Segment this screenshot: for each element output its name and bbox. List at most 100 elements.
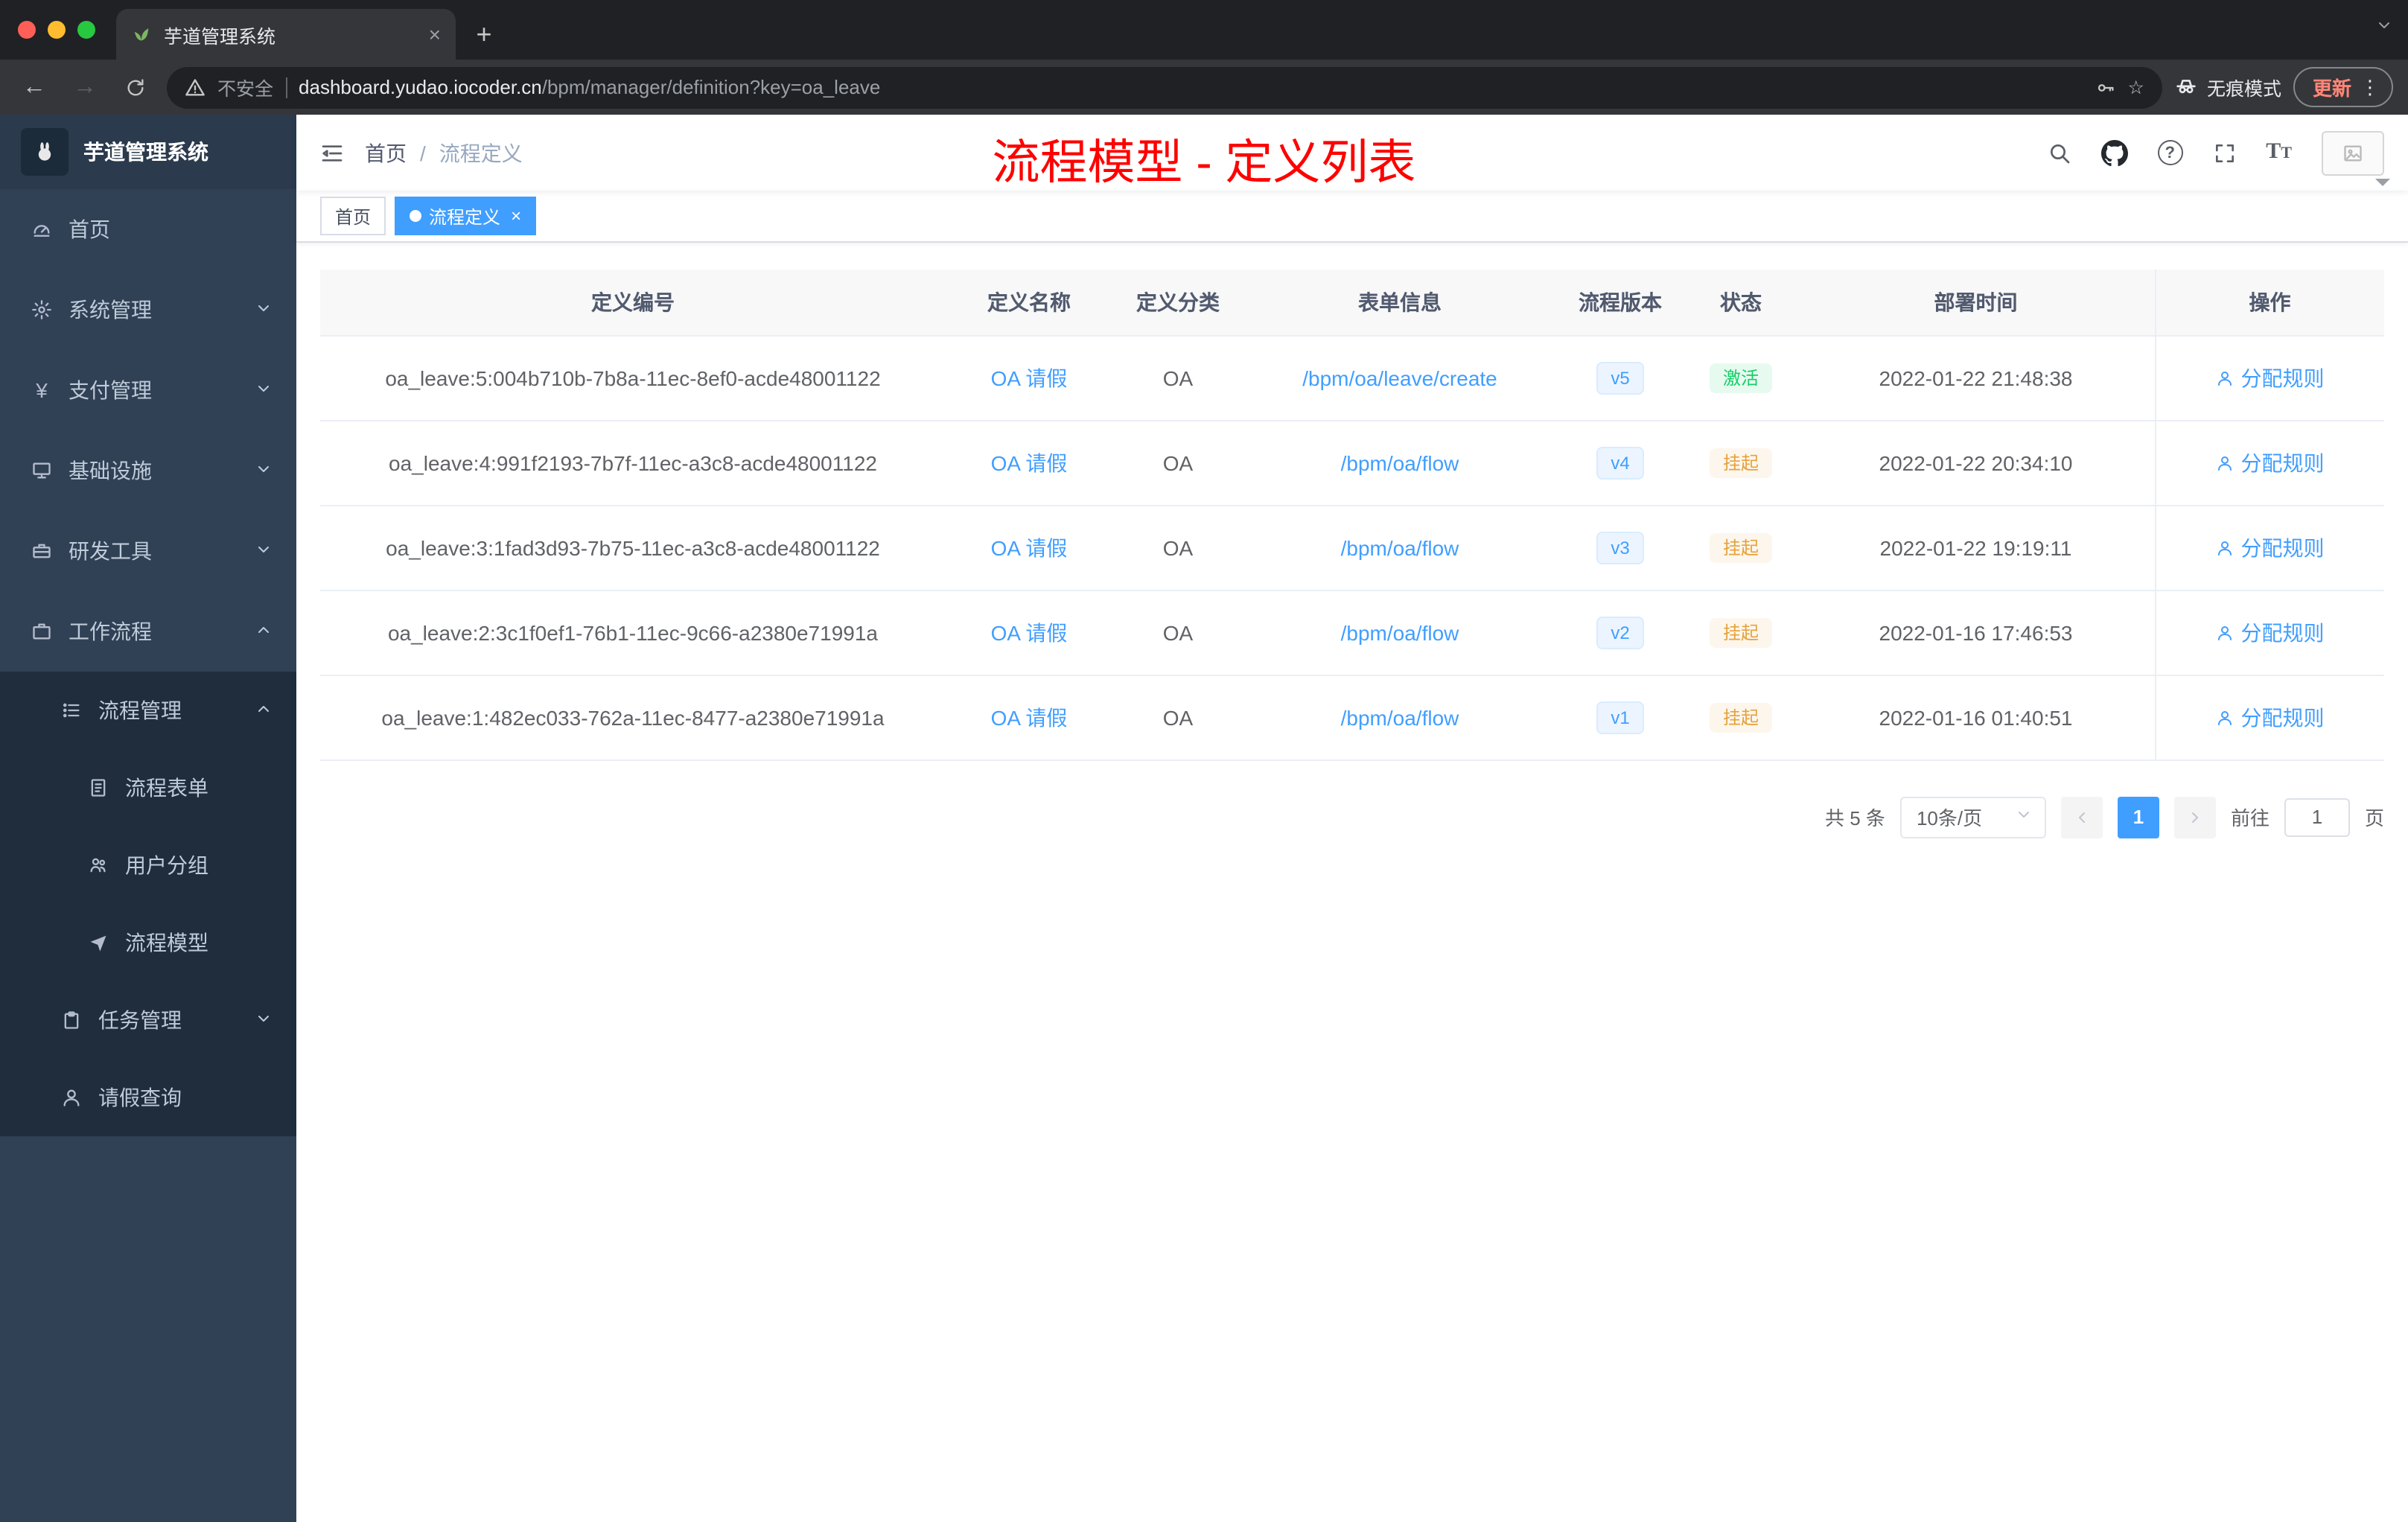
- github-icon[interactable]: [2100, 139, 2128, 166]
- tag-home[interactable]: 首页: [320, 197, 386, 235]
- sidebar-item-task-management[interactable]: 任务管理: [0, 981, 296, 1059]
- status-badge: 挂起: [1709, 617, 1772, 647]
- pagination: 共 5 条 10条/页 1 前往 页: [320, 796, 2384, 838]
- monitor-icon: [30, 460, 54, 481]
- sidebar-item-process-model[interactable]: 流程模型: [0, 904, 296, 981]
- not-secure-warning-icon[interactable]: [185, 77, 206, 98]
- form-info-link[interactable]: /bpm/oa/flow: [1341, 535, 1459, 559]
- form-info-link[interactable]: /bpm/oa/flow: [1341, 450, 1459, 474]
- tab-search-chevron-icon[interactable]: [2375, 15, 2393, 42]
- omnibox[interactable]: 不安全 dashboard.yudao.iocoder.cn/bpm/manag…: [167, 66, 2162, 108]
- sidebar-item-payment[interactable]: ¥ 支付管理: [0, 350, 296, 430]
- person-icon: [2217, 456, 2232, 470]
- minimize-window-button[interactable]: [48, 21, 66, 39]
- window-controls: [0, 0, 116, 60]
- sidebar-item-process-form[interactable]: 流程表单: [0, 749, 296, 827]
- sidebar-item-label: 任务管理: [98, 1008, 182, 1032]
- bookmark-star-icon[interactable]: ☆: [2128, 76, 2144, 98]
- sidebar-item-leave-query[interactable]: 请假查询: [0, 1059, 296, 1136]
- sidebar-item-system[interactable]: 系统管理: [0, 270, 296, 350]
- help-icon[interactable]: ?: [2157, 140, 2183, 165]
- definition-name-link[interactable]: OA 请假: [991, 705, 1068, 729]
- person-icon: [2217, 625, 2232, 640]
- sidebar-toggle-icon[interactable]: [320, 141, 344, 165]
- sidebar-item-process-management[interactable]: 流程管理: [0, 672, 296, 749]
- column-header: 流程版本: [1556, 270, 1684, 336]
- update-chip[interactable]: 更新 ⋮: [2293, 67, 2393, 107]
- definition-category: OA: [1162, 535, 1194, 559]
- list-icon: [60, 700, 83, 721]
- breadcrumb-current: 流程定义: [439, 141, 523, 165]
- logo-avatar: [21, 128, 69, 176]
- forward-icon[interactable]: →: [66, 68, 104, 106]
- next-page-button[interactable]: [2173, 796, 2216, 838]
- definition-name-link[interactable]: OA 请假: [991, 366, 1068, 389]
- user-avatar-wrap[interactable]: [2322, 130, 2390, 185]
- clipboard-icon: [60, 1010, 83, 1031]
- definition-name-link[interactable]: OA 请假: [991, 535, 1068, 559]
- column-header: 定义编号: [320, 270, 946, 336]
- definition-id-cell: oa_leave:4:991f2193-7b7f-11ec-a3c8-acde4…: [320, 420, 946, 506]
- person-icon: [2217, 541, 2232, 555]
- zoom-window-button[interactable]: [77, 21, 95, 39]
- sidebar-item-workflow[interactable]: 工作流程: [0, 591, 296, 672]
- page-size-select[interactable]: 10条/页: [1899, 796, 2046, 838]
- tag-process-definition[interactable]: 流程定义 ×: [395, 197, 537, 235]
- definition-name-link[interactable]: OA 请假: [991, 620, 1068, 644]
- url-text[interactable]: dashboard.yudao.iocoder.cn/bpm/manager/d…: [299, 76, 2083, 98]
- sidebar-item-label: 请假查询: [98, 1086, 182, 1109]
- app-title: 芋道管理系统: [83, 140, 208, 164]
- definition-name-link[interactable]: OA 请假: [991, 450, 1068, 474]
- assign-rule-link[interactable]: 分配规则: [2216, 363, 2325, 392]
- security-label: 不安全: [217, 79, 274, 100]
- table-row: oa_leave:3:1fad3d93-7b75-11ec-a3c8-acde4…: [320, 505, 2384, 590]
- goto-page-input[interactable]: [2284, 797, 2350, 836]
- search-icon[interactable]: [2047, 141, 2071, 165]
- breadcrumb-home[interactable]: 首页: [365, 138, 407, 168]
- new-tab-button[interactable]: +: [462, 12, 506, 57]
- version-badge: v2: [1596, 616, 1645, 649]
- sidebar-logo[interactable]: 芋道管理系统: [0, 115, 296, 189]
- sidebar-item-user-group[interactable]: 用户分组: [0, 827, 296, 904]
- table-row: oa_leave:1:482ec033-762a-11ec-8477-a2380…: [320, 675, 2384, 760]
- definition-id: oa_leave:2:3c1f0ef1-76b1-11ec-9c66-a2380…: [387, 620, 878, 644]
- form-info-link[interactable]: /bpm/oa/flow: [1341, 705, 1459, 729]
- avatar-caret-icon: [2375, 178, 2390, 193]
- browser-tab[interactable]: 芋道管理系统 ×: [116, 9, 456, 60]
- main-area: 首页 / 流程定义 ? TT 首页 流程定义 × 定义编号 定义名称 定义分类 …: [296, 115, 2408, 1522]
- form-info-link[interactable]: /bpm/oa/leave/create: [1302, 366, 1497, 389]
- page-unit-label: 页: [2364, 807, 2384, 830]
- sidebar-item-infrastructure[interactable]: 基础设施: [0, 430, 296, 511]
- tab-close-icon[interactable]: ×: [429, 22, 441, 46]
- browser-menu-icon[interactable]: ⋮: [2360, 75, 2380, 99]
- chevron-down-icon: [255, 378, 273, 402]
- close-window-button[interactable]: [18, 21, 36, 39]
- password-key-icon[interactable]: [2095, 77, 2116, 98]
- avatar[interactable]: [2322, 130, 2384, 175]
- active-tag-dot: [410, 210, 422, 222]
- back-icon[interactable]: ←: [15, 68, 54, 106]
- tab-title: 芋道管理系统: [164, 26, 276, 47]
- yen-icon: ¥: [36, 378, 48, 402]
- prev-page-button[interactable]: [2060, 796, 2103, 838]
- dashboard-icon: [30, 219, 54, 240]
- assign-rule-link[interactable]: 分配规则: [2216, 617, 2325, 647]
- reload-icon[interactable]: [116, 68, 155, 106]
- font-size-icon[interactable]: TT: [2266, 140, 2292, 165]
- assign-rule-link[interactable]: 分配规则: [2216, 448, 2325, 477]
- form-info-link[interactable]: /bpm/oa/flow: [1341, 620, 1459, 644]
- page-number-button[interactable]: 1: [2117, 796, 2159, 838]
- sidebar-item-home[interactable]: 首页: [0, 189, 296, 270]
- document-icon: [86, 777, 110, 798]
- tag-label: 首页: [335, 206, 372, 227]
- sidebar-item-dev-tools[interactable]: 研发工具: [0, 511, 296, 591]
- tag-close-icon[interactable]: ×: [511, 206, 521, 226]
- sidebar-item-label: 用户分组: [125, 853, 208, 877]
- fullscreen-icon[interactable]: [2212, 141, 2236, 165]
- definition-id: oa_leave:3:1fad3d93-7b75-11ec-a3c8-acde4…: [386, 535, 880, 559]
- assign-rule-link[interactable]: 分配规则: [2216, 702, 2325, 732]
- page-size-value: 10条/页: [1916, 807, 1983, 830]
- browser-address-bar: ← → 不安全 dashboard.yudao.iocoder.cn/bpm/m…: [0, 60, 2408, 115]
- assign-rule-link[interactable]: 分配规则: [2216, 532, 2325, 562]
- definition-id-cell: oa_leave:2:3c1f0ef1-76b1-11ec-9c66-a2380…: [320, 590, 946, 675]
